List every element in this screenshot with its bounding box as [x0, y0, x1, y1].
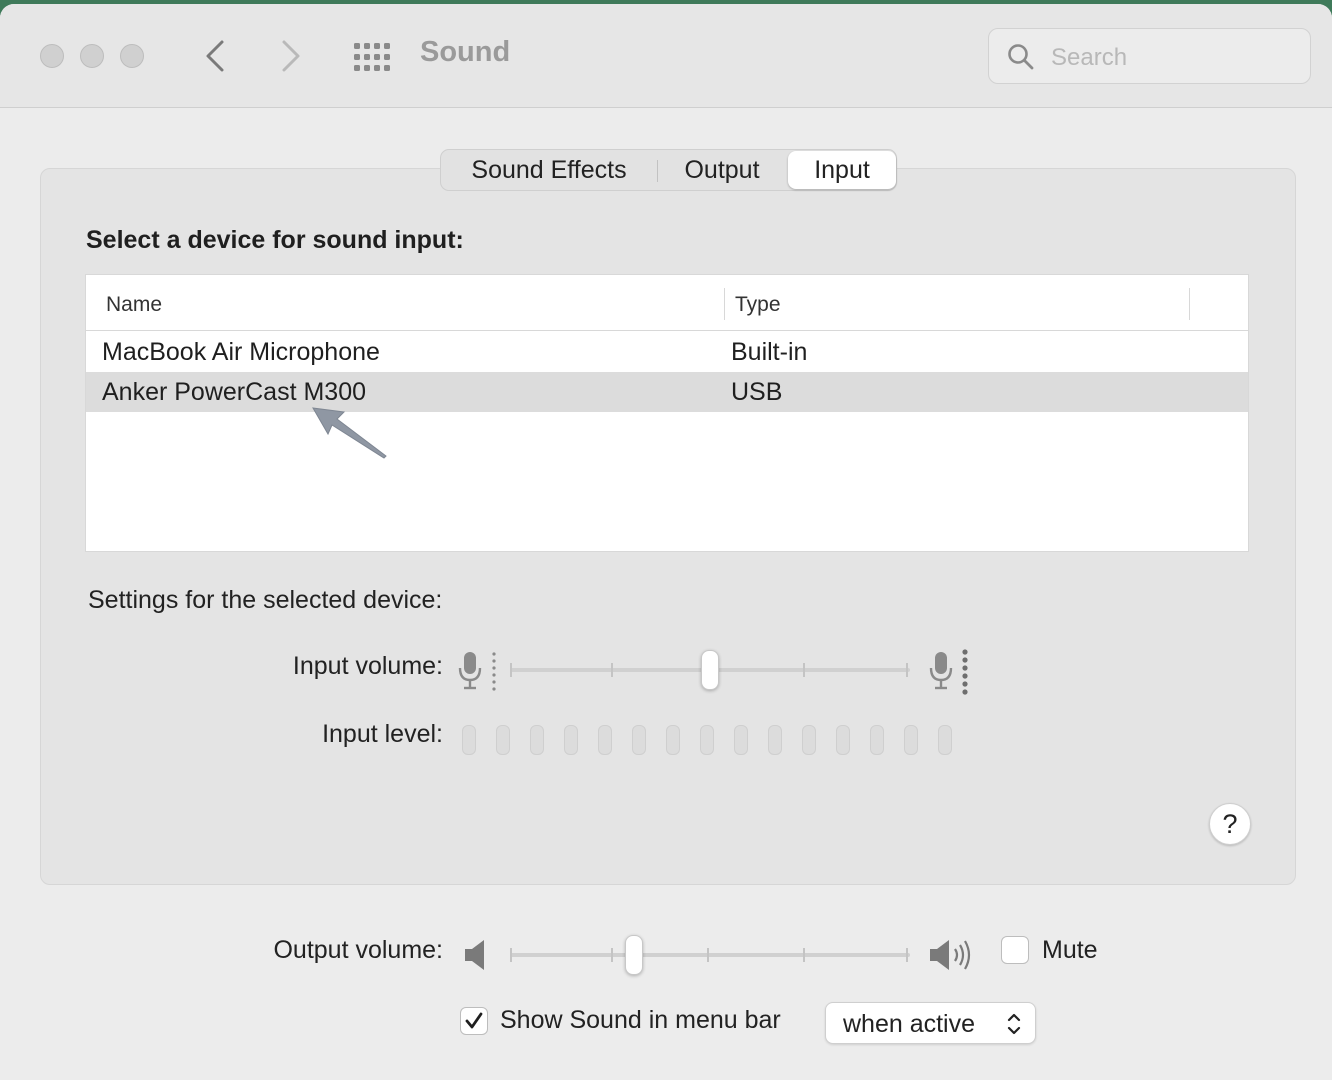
level-meter-bar	[938, 725, 952, 755]
slider-tick	[803, 663, 805, 677]
level-meter-bar	[530, 725, 544, 755]
settings-heading: Settings for the selected device:	[88, 586, 443, 614]
column-header-type[interactable]: Type	[735, 293, 781, 317]
search-placeholder: Search	[1051, 44, 1128, 71]
table-row[interactable]: MacBook Air Microphone Built-in	[86, 332, 1248, 372]
input-device-table: Name Type MacBook Air Microphone Built-i…	[85, 274, 1249, 552]
forward-chevron-icon	[282, 40, 300, 72]
sound-preferences-window: Sound Search Sound Effects Output Input …	[0, 4, 1332, 1080]
show-all-button[interactable]	[352, 39, 392, 75]
forward-button[interactable]	[270, 34, 310, 78]
device-select-heading: Select a device for sound input:	[86, 226, 464, 254]
mute-label: Mute	[1042, 936, 1098, 964]
level-meter-bar	[598, 725, 612, 755]
checkmark-icon	[465, 1012, 483, 1029]
input-level-label: Input level:	[322, 720, 443, 748]
column-divider	[724, 288, 725, 320]
help-icon: ?	[1222, 809, 1238, 839]
title-bar: Sound Search	[0, 4, 1332, 108]
back-chevron-icon	[206, 40, 224, 72]
mute-checkbox[interactable]	[1001, 936, 1029, 964]
show-in-menu-bar-label: Show Sound in menu bar	[500, 1006, 781, 1034]
device-type: USB	[731, 378, 783, 406]
device-name: MacBook Air Microphone	[102, 338, 380, 366]
tab-sound-effects[interactable]: Sound Effects	[441, 150, 657, 190]
table-header: Name Type	[86, 275, 1248, 331]
input-volume-knob[interactable]	[701, 650, 719, 690]
input-volume-label: Input volume:	[292, 652, 443, 680]
window-title: Sound	[420, 36, 511, 68]
level-meter-bar	[768, 725, 782, 755]
close-window-button[interactable]	[40, 44, 64, 68]
mic-low-icon	[458, 652, 496, 691]
level-meter-bar	[496, 725, 510, 755]
level-meter-bar	[802, 725, 816, 755]
level-meter-bar	[734, 725, 748, 755]
level-meter-bar	[904, 725, 918, 755]
slider-tick	[611, 663, 613, 677]
column-divider	[1189, 288, 1190, 320]
search-field[interactable]: Search	[988, 28, 1311, 84]
mic-high-icon	[929, 649, 968, 695]
level-meter-bar	[870, 725, 884, 755]
up-down-chevron-icon	[1007, 1013, 1021, 1035]
back-button[interactable]	[196, 34, 236, 78]
slider-track	[510, 953, 910, 957]
show-in-menu-bar-checkbox[interactable]	[460, 1007, 488, 1035]
slider-tick	[510, 948, 512, 962]
output-volume-knob[interactable]	[625, 935, 643, 975]
speaker-low-icon	[465, 940, 484, 970]
level-meter-bar	[564, 725, 578, 755]
level-meter-bar	[836, 725, 850, 755]
level-meter-bar	[700, 725, 714, 755]
tab-input[interactable]: Input	[788, 151, 896, 189]
speaker-high-icon	[930, 940, 971, 970]
level-meter-bar	[632, 725, 646, 755]
search-icon	[1008, 44, 1034, 70]
slider-tick	[611, 948, 613, 962]
level-meter-bar	[666, 725, 680, 755]
minimize-window-button[interactable]	[80, 44, 104, 68]
grid-icon	[354, 43, 390, 71]
tab-output[interactable]: Output	[659, 150, 785, 190]
zoom-window-button[interactable]	[120, 44, 144, 68]
level-meter-bar	[462, 725, 476, 755]
device-type: Built-in	[731, 338, 808, 366]
slider-tick	[510, 663, 512, 677]
slider-tick	[707, 948, 709, 962]
slider-tick	[906, 948, 908, 962]
tab-divider	[657, 160, 658, 182]
menu-bar-visibility-popup[interactable]: when active	[825, 1002, 1036, 1044]
pointer-arrow-icon	[312, 407, 387, 459]
output-volume-label: Output volume:	[273, 936, 443, 964]
help-button[interactable]: ?	[1209, 803, 1251, 845]
column-header-name[interactable]: Name	[106, 293, 162, 317]
slider-tick	[803, 948, 805, 962]
tab-bar: Sound Effects Output Input	[440, 149, 897, 191]
table-row-selected[interactable]: Anker PowerCast M300 USB	[86, 372, 1248, 412]
popup-value: when active	[843, 1010, 976, 1038]
slider-tick	[906, 663, 908, 677]
